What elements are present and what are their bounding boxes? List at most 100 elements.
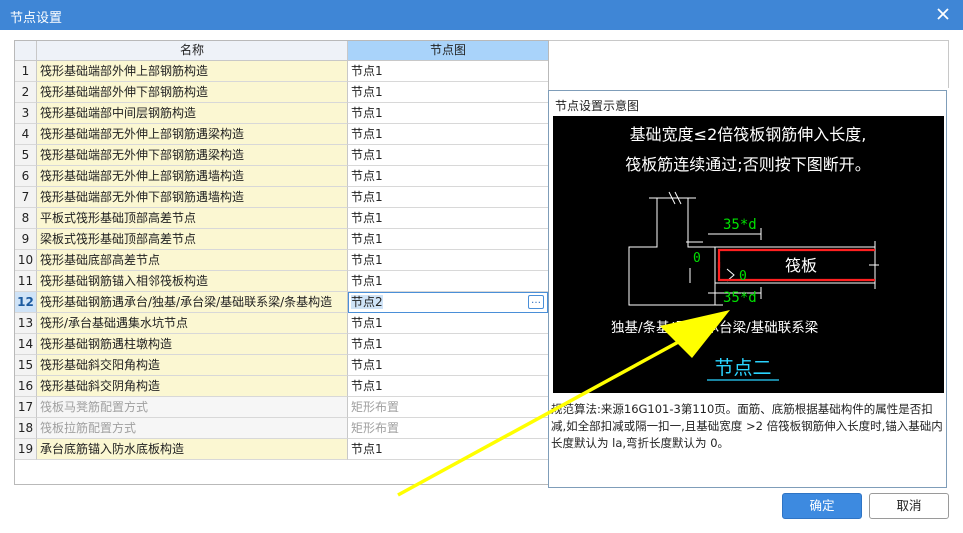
row-number: 15 <box>15 355 37 376</box>
row-number: 10 <box>15 250 37 271</box>
table-row[interactable]: 5 筏形基础端部无外伸下部钢筋遇梁构造 节点1 <box>15 145 548 166</box>
diagram-caption-line2: 筏板筋连续通过;否则按下图断开。 <box>625 155 870 174</box>
row-number: 18 <box>15 418 37 439</box>
row-name-cell: 筏形基础端部外伸上部钢筋构造 <box>37 61 348 82</box>
row-number: 13 <box>15 313 37 334</box>
row-name-cell: 筏形基础钢筋遇柱墩构造 <box>37 334 348 355</box>
table-row[interactable]: 14 筏形基础钢筋遇柱墩构造 节点1 <box>15 334 548 355</box>
row-name-cell: 筏形基础斜交阴角构造 <box>37 376 348 397</box>
row-number: 1 <box>15 61 37 82</box>
table-row[interactable]: 6 筏形基础端部无外伸上部钢筋遇墙构造 节点1 <box>15 166 548 187</box>
blank-pane <box>549 40 949 88</box>
row-number: 9 <box>15 229 37 250</box>
node-title: 节点二 <box>714 357 771 379</box>
row-node-cell[interactable]: 节点1 <box>348 187 548 208</box>
row-number: 11 <box>15 271 37 292</box>
table-row[interactable]: 7 筏形基础端部无外伸下部钢筋遇墙构造 节点1 <box>15 187 548 208</box>
row-node-cell[interactable]: 节点1 <box>348 166 548 187</box>
preview-label: 节点设置示意图 <box>555 99 640 113</box>
diagram-caption-line1: 基础宽度≤2倍筏板钢筋伸入长度, <box>630 125 867 144</box>
row-node-cell[interactable]: 节点1 <box>348 439 548 460</box>
row-node-cell[interactable]: 节点1 <box>348 145 548 166</box>
window-title: 节点设置 <box>10 11 63 26</box>
table-row[interactable]: 4 筏形基础端部无外伸上部钢筋遇梁构造 节点1 <box>15 124 548 145</box>
row-node-cell[interactable]: 节点1 <box>348 313 548 334</box>
title-bar: 节点设置 <box>0 0 963 30</box>
row-name-cell: 筏形基础钢筋遇承台/独基/承台梁/基础联系梁/条基构造 <box>37 292 348 313</box>
row-number: 4 <box>15 124 37 145</box>
node-settings-grid: 名称 节点图 1 筏形基础端部外伸上部钢筋构造 节点1 2 筏形基础端部外伸下部钢筋构造… <box>14 40 549 485</box>
row-name-cell: 筏形基础端部无外伸上部钢筋遇墙构造 <box>37 166 348 187</box>
bend-length-right-label: 0 <box>739 269 747 284</box>
row-number: 12 <box>15 292 37 313</box>
member-label: 独基/条基/承台/承台梁/基础联系梁 <box>611 319 819 336</box>
row-node-cell[interactable]: 节点1 <box>348 124 548 145</box>
row-name-cell: 筏形基础端部中间层钢筋构造 <box>37 103 348 124</box>
table-row[interactable]: 16 筏形基础斜交阴角构造 节点1 <box>15 376 548 397</box>
ellipsis-icon[interactable]: … <box>528 295 544 309</box>
table-row[interactable]: 9 梁板式筏形基础顶部高差节点 节点1 <box>15 229 548 250</box>
row-node-cell[interactable]: 节点1 <box>348 208 548 229</box>
table-row[interactable]: 1 筏形基础端部外伸上部钢筋构造 节点1 <box>15 61 548 82</box>
row-name-cell: 梁板式筏形基础顶部高差节点 <box>37 229 348 250</box>
row-number: 5 <box>15 145 37 166</box>
row-node-cell[interactable]: 节点1 <box>348 103 548 124</box>
row-node-cell[interactable]: 节点2 … <box>348 292 548 313</box>
row-name-cell: 平板式筏形基础顶部高差节点 <box>37 208 348 229</box>
table-row[interactable]: 17 筏板马凳筋配置方式 矩形布置 <box>15 397 548 418</box>
table-row[interactable]: 13 筏形/承台基础遇集水坑节点 节点1 <box>15 313 548 334</box>
row-name-cell: 承台底筋锚入防水底板构造 <box>37 439 348 460</box>
row-node-cell[interactable]: 矩形布置 <box>348 397 548 418</box>
row-number: 7 <box>15 187 37 208</box>
row-node-cell[interactable]: 节点1 <box>348 229 548 250</box>
table-row[interactable]: 11 筏形基础钢筋锚入相邻筏板构造 节点1 <box>15 271 548 292</box>
row-number: 16 <box>15 376 37 397</box>
table-row[interactable]: 10 筏形基础底部高差节点 节点1 <box>15 250 548 271</box>
row-node-cell[interactable]: 节点1 <box>348 355 548 376</box>
node-column-header[interactable]: 节点图 <box>348 41 548 61</box>
row-number: 2 <box>15 82 37 103</box>
row-number: 6 <box>15 166 37 187</box>
row-number: 17 <box>15 397 37 418</box>
table-row[interactable]: 3 筏形基础端部中间层钢筋构造 节点1 <box>15 103 548 124</box>
row-node-cell[interactable]: 节点1 <box>348 271 548 292</box>
row-node-cell[interactable]: 节点1 <box>348 250 548 271</box>
row-node-cell[interactable]: 矩形布置 <box>348 418 548 439</box>
bend-length-left-label: 0 <box>693 251 701 266</box>
table-row[interactable]: 2 筏形基础端部外伸下部钢筋构造 节点1 <box>15 82 548 103</box>
table-row[interactable]: 15 筏形基础斜交阳角构造 节点1 <box>15 355 548 376</box>
top-anchor-length-label: 35*d <box>723 217 757 233</box>
row-name-cell: 筏形基础钢筋锚入相邻筏板构造 <box>37 271 348 292</box>
table-row[interactable]: 18 筏板拉筋配置方式 矩形布置 <box>15 418 548 439</box>
row-name-cell: 筏形基础端部无外伸上部钢筋遇梁构造 <box>37 124 348 145</box>
row-number: 14 <box>15 334 37 355</box>
row-name-cell: 筏形基础斜交阳角构造 <box>37 355 348 376</box>
ok-button[interactable]: 确定 <box>782 493 862 519</box>
bottom-anchor-length-label: 35*d <box>723 290 757 306</box>
table-row[interactable]: 8 平板式筏形基础顶部高差节点 节点1 <box>15 208 548 229</box>
row-name-cell: 筏形基础端部外伸下部钢筋构造 <box>37 82 348 103</box>
row-number: 19 <box>15 439 37 460</box>
close-icon[interactable] <box>935 6 951 22</box>
name-column-header[interactable]: 名称 <box>37 41 348 61</box>
slab-label: 筏板 <box>785 256 817 275</box>
table-row[interactable]: 12 筏形基础钢筋遇承台/独基/承台梁/基础联系梁/条基构造 节点2 … <box>15 292 548 313</box>
node-diagram: 基础宽度≤2倍筏板钢筋伸入长度, 筏板筋连续通过;否则按下图断开。 35*d 3… <box>553 116 944 393</box>
row-number: 3 <box>15 103 37 124</box>
grid-header: 名称 节点图 <box>15 41 548 61</box>
row-node-cell[interactable]: 节点1 <box>348 61 548 82</box>
row-name-cell: 筏形基础端部无外伸下部钢筋遇墙构造 <box>37 187 348 208</box>
row-node-cell[interactable]: 节点1 <box>348 376 548 397</box>
row-node-cell[interactable]: 节点1 <box>348 82 548 103</box>
row-name-cell: 筏板拉筋配置方式 <box>37 418 348 439</box>
cancel-button[interactable]: 取消 <box>869 493 949 519</box>
row-number: 8 <box>15 208 37 229</box>
row-name-cell: 筏形基础端部无外伸下部钢筋遇梁构造 <box>37 145 348 166</box>
node-value: 节点2 <box>351 295 383 309</box>
row-name-cell: 筏形基础底部高差节点 <box>37 250 348 271</box>
row-node-cell[interactable]: 节点1 <box>348 334 548 355</box>
row-name-cell: 筏形/承台基础遇集水坑节点 <box>37 313 348 334</box>
table-row[interactable]: 19 承台底筋锚入防水底板构造 节点1 <box>15 439 548 460</box>
node-preview-panel: 节点设置示意图 基础宽度≤2倍筏板钢筋伸入长度, 筏板筋连续通过;否则按下图断开… <box>548 90 947 488</box>
row-number-header <box>15 41 37 61</box>
